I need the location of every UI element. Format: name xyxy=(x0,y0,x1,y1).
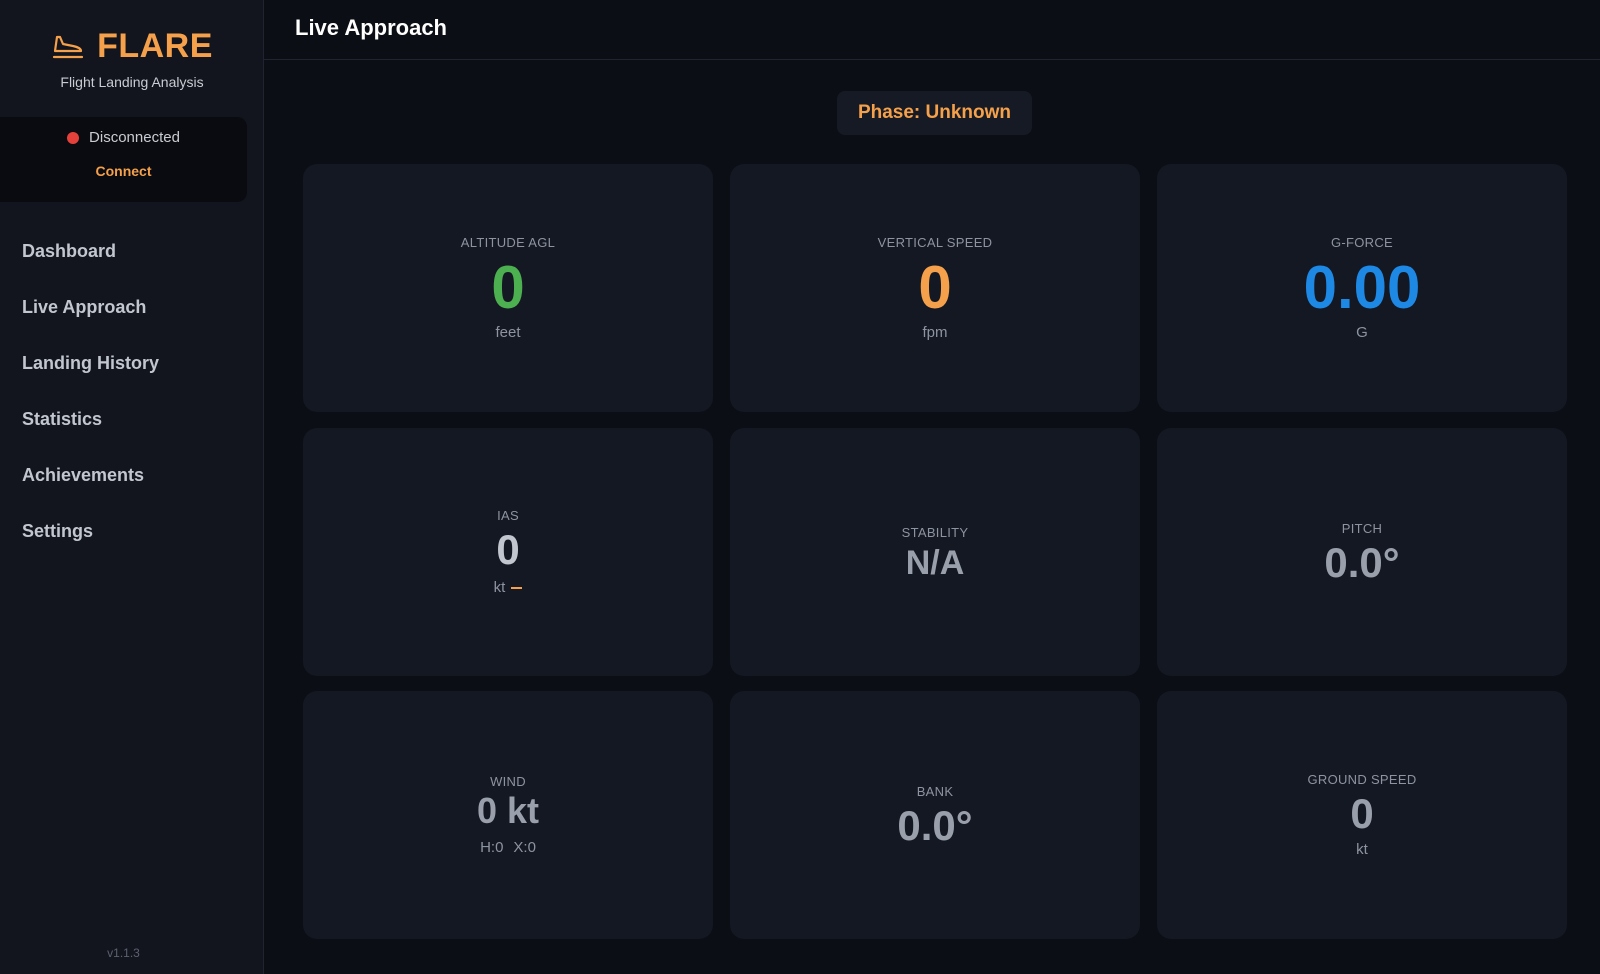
sidebar-item-landing-history[interactable]: Landing History xyxy=(0,335,264,391)
sidebar-item-dashboard[interactable]: Dashboard xyxy=(0,223,264,279)
ground-speed-label: GROUND SPEED xyxy=(1307,772,1417,787)
ias-value: 0 xyxy=(496,526,520,573)
stability-value: N/A xyxy=(905,543,965,582)
gforce-value: 0.00 xyxy=(1303,254,1421,321)
wind-value: 0 kt xyxy=(476,790,540,831)
connection-status-text: Disconnected xyxy=(89,129,180,146)
sidebar-item-live-approach[interactable]: Live Approach xyxy=(0,279,264,335)
altitude-value: 0 xyxy=(491,254,525,321)
wind-components: H:0 X:0 xyxy=(480,839,536,856)
vertical-speed-value: 0 xyxy=(918,254,952,321)
sidebar-item-settings[interactable]: Settings xyxy=(0,503,264,559)
sidebar: FLARE Flight Landing Analysis Disconnect… xyxy=(0,0,264,974)
sidebar-item-achievements[interactable]: Achievements xyxy=(0,447,264,503)
dash-trend-icon xyxy=(511,587,523,590)
gforce-unit: G xyxy=(1356,324,1368,341)
ground-speed-value: 0 xyxy=(1350,790,1374,837)
landing-plane-icon xyxy=(52,35,84,59)
wind-card: WIND 0 kt H:0 X:0 xyxy=(303,691,713,939)
page-title: Live Approach xyxy=(295,15,447,40)
gforce-card: G-FORCE 0.00 G xyxy=(1157,164,1567,412)
ias-unit: kt xyxy=(493,579,506,596)
connection-status: Disconnected xyxy=(0,129,247,146)
connection-panel: Disconnected Connect xyxy=(0,117,247,202)
stability-card: STABILITY N/A xyxy=(730,428,1140,676)
crosswind-value: X:0 xyxy=(513,839,536,856)
status-dot-icon xyxy=(67,131,80,144)
pitch-value: 0.0° xyxy=(1324,538,1400,586)
connect-button[interactable]: Connect xyxy=(0,163,247,179)
vertical-speed-label: VERTICAL SPEED xyxy=(877,235,993,250)
brand: FLARE Flight Landing Analysis xyxy=(0,24,264,90)
wind-label: WIND xyxy=(490,774,526,789)
brand-title: FLARE xyxy=(97,26,213,65)
ias-label: IAS xyxy=(497,508,519,523)
altitude-card: ALTITUDE AGL 0 feet xyxy=(303,164,713,412)
pitch-card: PITCH 0.0° xyxy=(1157,428,1567,676)
top-bar: Live Approach xyxy=(264,0,1600,60)
altitude-label: ALTITUDE AGL xyxy=(460,235,556,250)
ground-speed-card: GROUND SPEED 0 kt xyxy=(1157,691,1567,939)
vertical-speed-card: VERTICAL SPEED 0 fpm xyxy=(730,164,1140,412)
pitch-label: PITCH xyxy=(1341,520,1383,536)
headwind-value: H:0 xyxy=(480,839,504,856)
stability-label: STABILITY xyxy=(901,524,969,540)
sidebar-nav: Dashboard Live Approach Landing History … xyxy=(0,223,264,559)
bank-label: BANK xyxy=(916,783,954,799)
ground-speed-unit: kt xyxy=(1356,841,1368,858)
brand-subtitle: Flight Landing Analysis xyxy=(60,74,204,90)
gforce-label: G-FORCE xyxy=(1330,235,1394,250)
phase-badge: Phase: Unknown xyxy=(837,91,1032,135)
vertical-speed-unit: fpm xyxy=(922,324,948,341)
altitude-unit: feet xyxy=(495,324,521,341)
ias-unit-row: kt xyxy=(494,579,523,596)
bank-value: 0.0° xyxy=(897,801,973,849)
bank-card: BANK 0.0° xyxy=(730,691,1140,939)
app-version: v1.1.3 xyxy=(107,946,140,960)
ias-card: IAS 0 kt xyxy=(303,428,713,676)
sidebar-item-statistics[interactable]: Statistics xyxy=(0,391,264,447)
